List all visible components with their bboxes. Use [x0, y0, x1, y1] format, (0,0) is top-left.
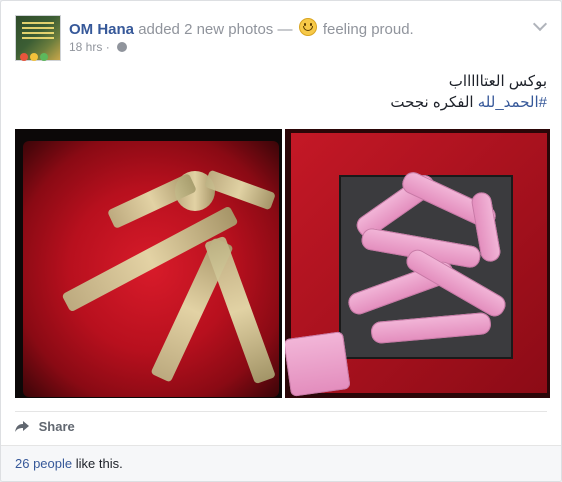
post-text-line1: بوكس العتاااااب — [448, 73, 547, 90]
post-meta: 18 hrs · — [69, 40, 128, 54]
post-text-line2: #الحمد_لله الفكره نجحت — [390, 92, 547, 113]
held-paper-roll — [285, 331, 351, 397]
timestamp-link[interactable]: 18 hrs — [69, 40, 102, 54]
photo-message-box[interactable] — [285, 129, 550, 398]
feeling-text: feeling proud. — [322, 21, 414, 38]
post-text-line2-rest: الفكره نجحت — [390, 94, 478, 111]
share-arrow-icon — [15, 421, 29, 432]
author-name-link[interactable]: OM Hana — [69, 21, 134, 38]
globe-icon — [117, 42, 128, 52]
likes-summary: 26 people like this. — [1, 445, 561, 481]
share-button[interactable]: Share — [15, 419, 75, 439]
post-text: بوكس العتاااااب #الحمد_لله الفكره نجحت — [390, 71, 547, 113]
separator-text: — — [277, 21, 293, 38]
chevron-down-icon[interactable] — [532, 16, 548, 32]
share-label: Share — [38, 419, 75, 434]
action-text: added 2 new photos — [138, 21, 274, 38]
divider — [15, 411, 547, 412]
post-header: OM Hana added 2 new photos — feeling pro… — [15, 15, 548, 61]
photo-gift-box[interactable] — [15, 129, 282, 398]
smiley-icon — [298, 18, 317, 36]
box-interior — [339, 168, 513, 359]
likes-count-link[interactable]: 26 people — [15, 456, 72, 471]
hashtag-link[interactable]: #الحمد_لله — [478, 94, 547, 111]
author-avatar[interactable] — [15, 15, 61, 61]
post-headline: OM Hana added 2 new photos — feeling pro… — [69, 18, 414, 38]
paper-roll — [370, 311, 492, 345]
post-card: OM Hana added 2 new photos — feeling pro… — [0, 0, 562, 482]
likes-suffix: like this. — [72, 456, 123, 471]
photo-grid — [15, 129, 550, 398]
